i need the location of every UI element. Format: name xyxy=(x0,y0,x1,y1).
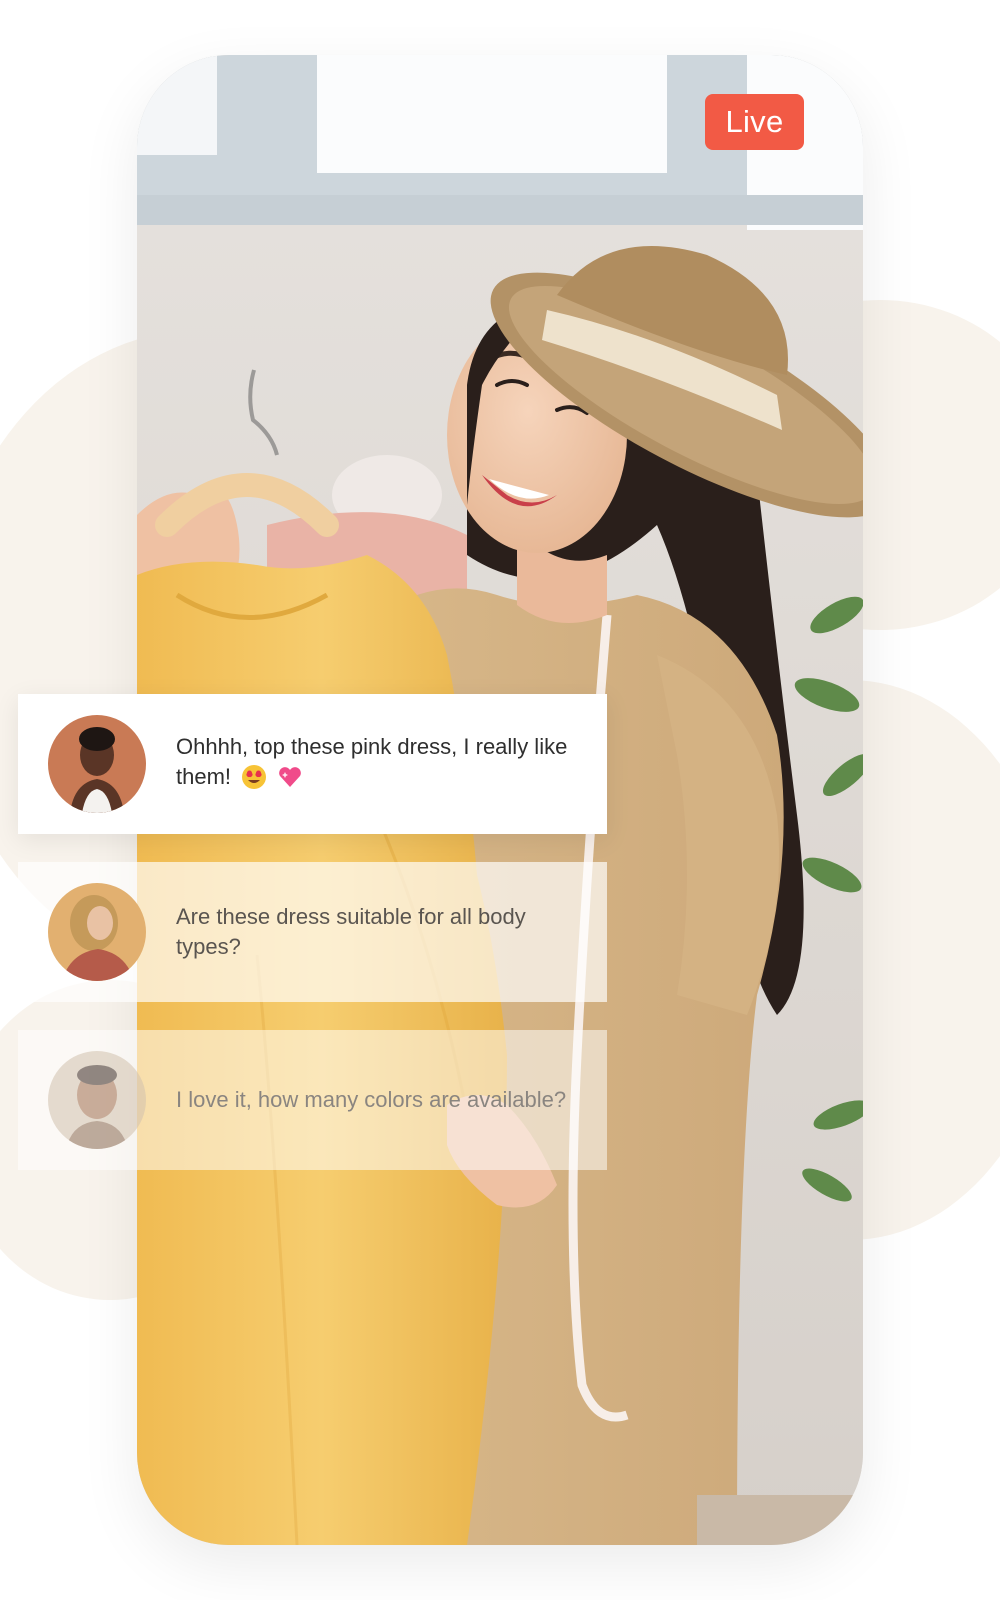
comment-card[interactable]: I love it, how many colors are available… xyxy=(18,1030,607,1170)
window-pane xyxy=(137,55,217,155)
comment-text: Ohhhh, top these pink dress, I really li… xyxy=(176,734,568,789)
floor xyxy=(697,1495,863,1545)
window-pane xyxy=(317,55,667,173)
comment-text: Are these dress suitable for all body ty… xyxy=(176,904,526,959)
comment-card[interactable]: Ohhhh, top these pink dress, I really li… xyxy=(18,694,607,834)
window-sill xyxy=(137,195,863,225)
heart-eyes-emoji xyxy=(242,765,267,789)
avatar-woman-smiling[interactable] xyxy=(48,1051,146,1149)
comment-card[interactable]: Are these dress suitable for all body ty… xyxy=(18,862,607,1002)
app-canvas: Live Ohhhh, top these pink dress, I real… xyxy=(0,0,1000,1600)
sparkling-heart-emoji xyxy=(279,767,301,787)
avatar-woman-blonde-curly[interactable] xyxy=(48,883,146,981)
avatar-woman-white-tank[interactable] xyxy=(48,715,146,813)
comment-text: I love it, how many colors are available… xyxy=(176,1087,567,1112)
live-badge: Live xyxy=(705,94,804,150)
